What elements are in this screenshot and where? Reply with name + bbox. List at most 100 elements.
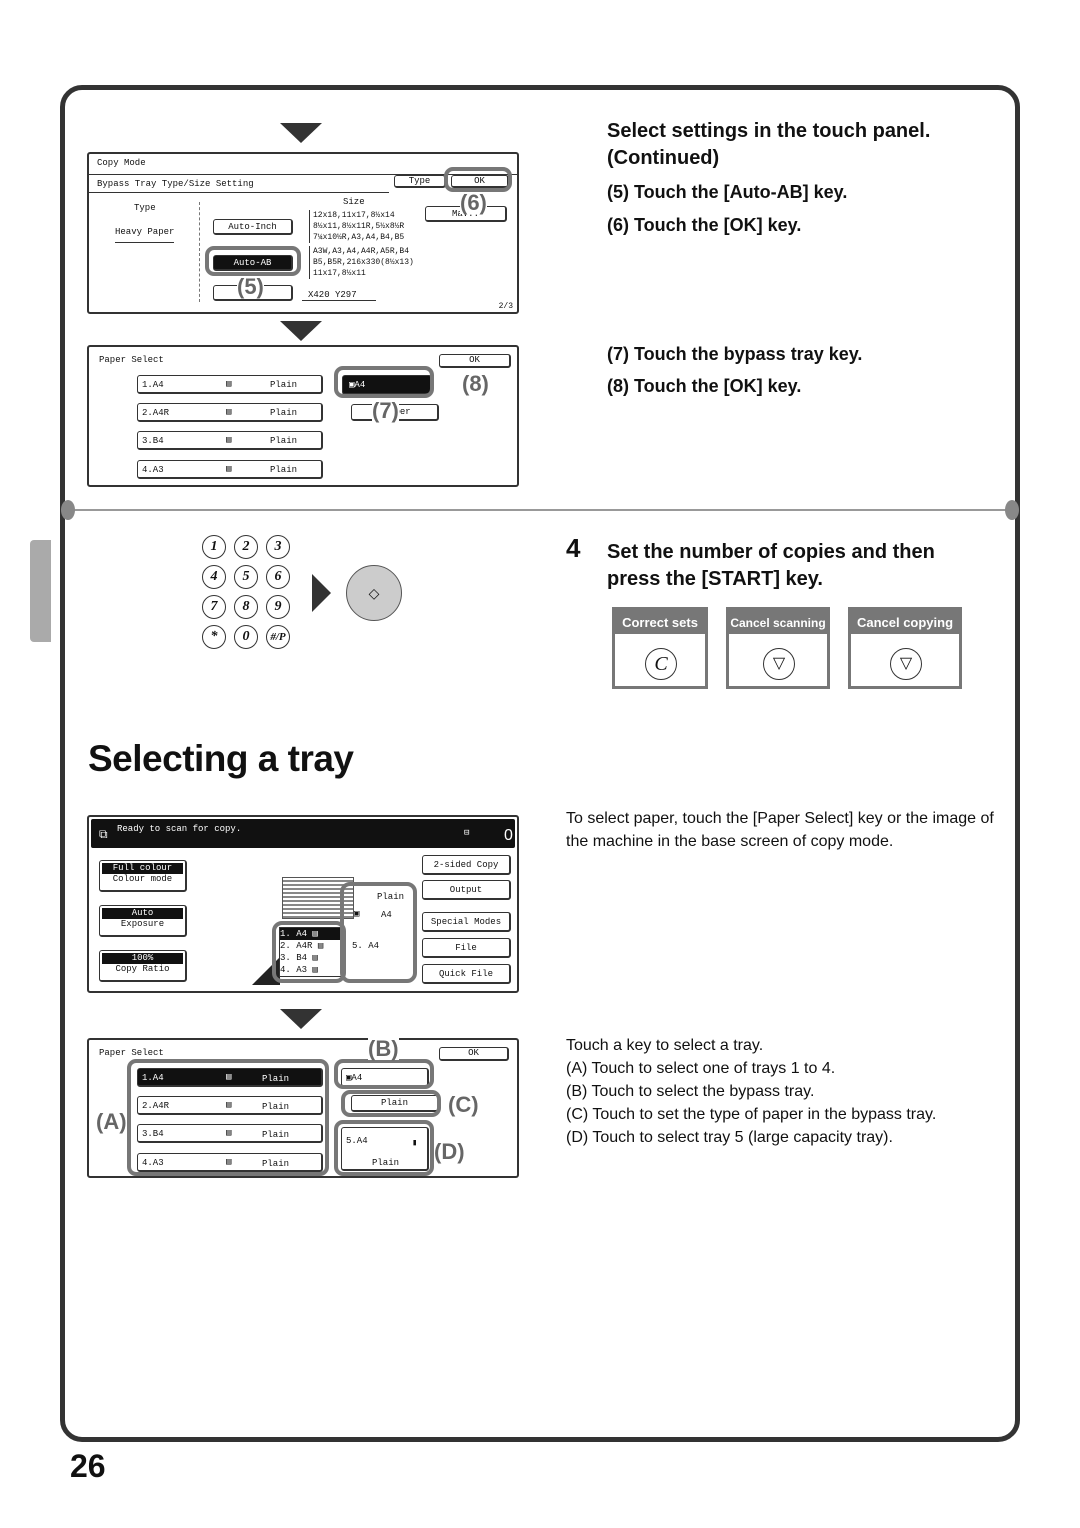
key-1[interactable]: 1 [202, 535, 226, 559]
callout-b: (B) [368, 1036, 399, 1061]
cancel-copying-key[interactable]: Cancel copying ▽ [848, 607, 962, 689]
copy-ratio-button[interactable]: 100% Copy Ratio [99, 950, 187, 982]
callout-7: (7) [372, 398, 399, 423]
key-7[interactable]: 7 [202, 595, 226, 619]
screen-mode: Copy Mode [97, 158, 146, 168]
instructions: Touch a key to select a tray. (A) Touch … [566, 1034, 1006, 1149]
callout-8: (8) [462, 371, 489, 396]
tray-label: 4.A3 [142, 465, 164, 475]
callout-6: (6) [460, 190, 487, 215]
tray-type: Plain [270, 380, 298, 390]
arrow-down-icon [280, 1009, 322, 1029]
size-list: A3W,A3,A4,A4R,A5R,B4 [313, 247, 410, 256]
colour-value: Full colour [102, 863, 183, 874]
auto-inch-button[interactable]: Auto-Inch [213, 219, 293, 235]
ratio-label: Copy Ratio [115, 964, 170, 974]
size-list: B5,B5R,216x330(8½x13) [313, 258, 414, 267]
tray-label: 1.A4 [142, 380, 164, 390]
exposure-button[interactable]: Auto Exposure [99, 905, 187, 937]
paper-select-screen: Paper Select OK 1.A4 ▤ Plain 2.A4R ▤ Plain 3… [87, 345, 519, 487]
chapter-tab [30, 540, 51, 642]
tray-label: 3.B4 [142, 436, 164, 446]
stop-icon: ▽ [763, 648, 795, 680]
type-button[interactable]: Type [394, 175, 446, 188]
substep-6: (6) Touch the [OK] key. [607, 215, 802, 235]
exposure-value: Auto [102, 908, 183, 919]
correct-sets-key[interactable]: Correct sets C [612, 607, 708, 689]
stop-icon: ▽ [890, 648, 922, 680]
key-2[interactable]: 2 [234, 535, 258, 559]
tray-icon: ▤ [226, 379, 232, 389]
key-5[interactable]: 5 [234, 565, 258, 589]
highlight-a [127, 1059, 329, 1176]
tray-icon: ▤ [226, 435, 232, 445]
ok-button[interactable]: OK [439, 1047, 509, 1061]
highlight-8 [334, 366, 434, 398]
highlight-trays [272, 921, 346, 983]
tray-label: 2.A4R [142, 408, 170, 418]
tray-2-button[interactable]: 2.A4R ▤ Plain [137, 403, 323, 422]
highlight-5 [205, 246, 301, 276]
two-sided-copy-button[interactable]: 2-sided Copy [422, 855, 511, 875]
screen-title: Paper Select [99, 1048, 164, 1058]
highlight-6 [444, 167, 512, 192]
special-modes-button[interactable]: Special Modes [422, 912, 511, 932]
manual-page: Copy Mode Bypass Tray Type/Size Setting … [0, 0, 1080, 1528]
size-list: 12x18,11x17,8½x14 [313, 211, 395, 220]
highlight-b [334, 1059, 434, 1089]
key-program[interactable]: #/P [266, 625, 290, 649]
callout-5: (5) [237, 274, 264, 299]
type-label: Type [134, 203, 156, 213]
key-asterisk[interactable]: * [202, 625, 226, 649]
key-4[interactable]: 4 [202, 565, 226, 589]
key-3[interactable]: 3 [266, 535, 290, 559]
tray-1-button[interactable]: 1.A4 ▤ Plain [137, 375, 323, 394]
tray-4-button[interactable]: 4.A3 ▤ Plain [137, 460, 323, 479]
tray-icon: ▤ [226, 464, 232, 474]
instruction-item: (A) Touch to select one of trays 1 to 4. [566, 1060, 836, 1077]
size-list: 11x17,8½x11 [313, 269, 366, 278]
tray-icon: ▤ [226, 407, 232, 417]
callout-a: (A) [96, 1109, 127, 1134]
key-label: Cancel scanning [729, 610, 827, 634]
highlight-bypass [340, 882, 417, 983]
substep-5: (5) Touch the [Auto-AB] key. [607, 182, 848, 202]
key-label: Cancel copying [851, 610, 959, 634]
quick-file-button[interactable]: Quick File [422, 964, 511, 984]
exposure-label: Exposure [120, 919, 165, 929]
page-number: 26 [70, 1448, 106, 1484]
key-0[interactable]: 0 [234, 625, 258, 649]
size-label: Size [343, 197, 365, 207]
substep-7: (7) Touch the bypass tray key. [607, 344, 863, 364]
callout-d: (D) [434, 1139, 465, 1164]
key-8[interactable]: 8 [234, 595, 258, 619]
ok-button[interactable]: OK [439, 354, 511, 368]
screen-title: Bypass Tray Type/Size Setting [97, 179, 254, 189]
step-heading: Select settings in the touch panel. (Con… [607, 120, 931, 169]
key-6[interactable]: 6 [266, 565, 290, 589]
callout-c: (C) [448, 1092, 479, 1117]
type-value: Heavy Paper [115, 227, 175, 243]
page-indicator: 2/3 [498, 302, 513, 311]
colour-label: Colour mode [112, 874, 173, 884]
section-title: Selecting a tray [88, 738, 354, 779]
key-9[interactable]: 9 [266, 595, 290, 619]
tray-type: Plain [270, 436, 298, 446]
size-list: 8½x11,8½x11R,5½x8½R [313, 222, 405, 231]
clear-icon: C [645, 648, 677, 680]
copy-count: 0 [504, 827, 513, 844]
arrow-right-icon [312, 574, 331, 612]
start-key[interactable]: ◇ [346, 565, 402, 621]
tray-type: Plain [270, 465, 298, 475]
tray-3-button[interactable]: 3.B4 ▤ Plain [137, 431, 323, 450]
ratio-value: 100% [102, 953, 183, 964]
output-button[interactable]: Output [422, 880, 511, 900]
start-icon: ◇ [368, 585, 380, 601]
intro-text: To select paper, touch the [Paper Select… [566, 810, 994, 850]
step-number: 4 [566, 533, 581, 563]
instruction-item: (D) Touch to select tray 5 (large capaci… [566, 1129, 893, 1146]
file-button[interactable]: File [422, 938, 511, 958]
cancel-scanning-key[interactable]: Cancel scanning ▽ [726, 607, 830, 689]
arrow-down-icon [280, 321, 322, 341]
colour-mode-button[interactable]: Full colour Colour mode [99, 860, 187, 892]
